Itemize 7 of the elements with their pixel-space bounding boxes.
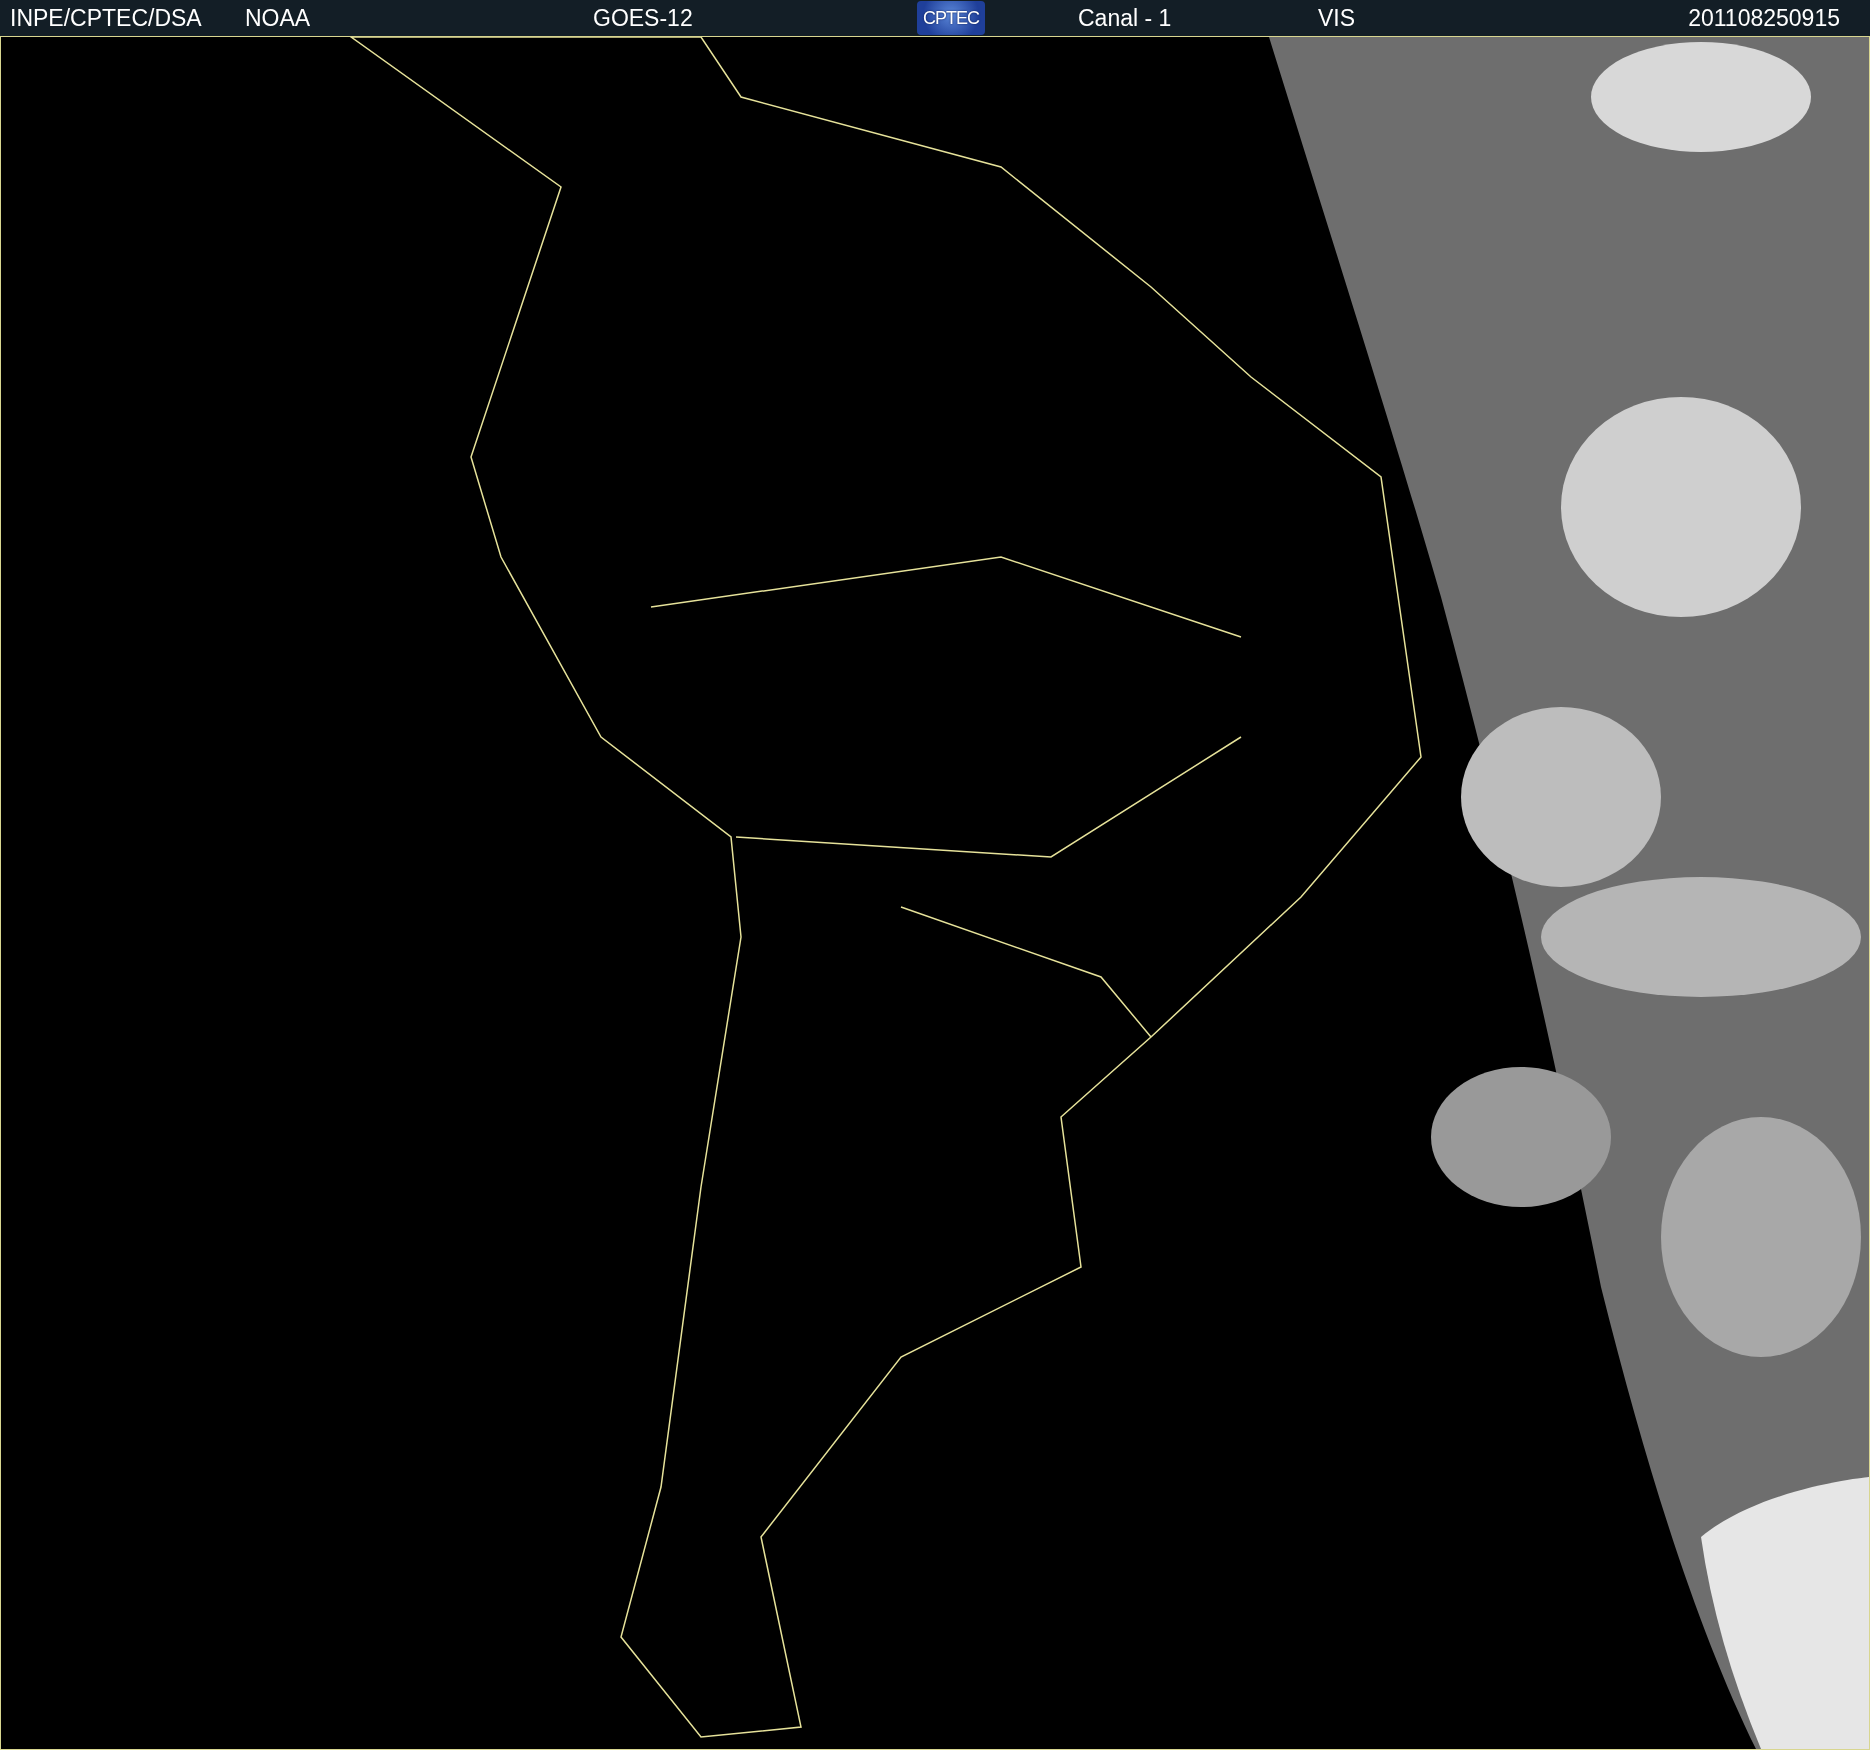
band-label: VIS <box>1318 4 1356 32</box>
source-label: INPE/CPTEC/DSA <box>10 4 202 32</box>
satellite-label: GOES-12 <box>593 4 693 32</box>
timestamp-label: 201108250915 <box>1688 4 1840 32</box>
agency-label: NOAA <box>245 4 311 32</box>
channel-label: Canal - 1 <box>1078 4 1172 32</box>
logo: CPTEC <box>917 1 985 35</box>
